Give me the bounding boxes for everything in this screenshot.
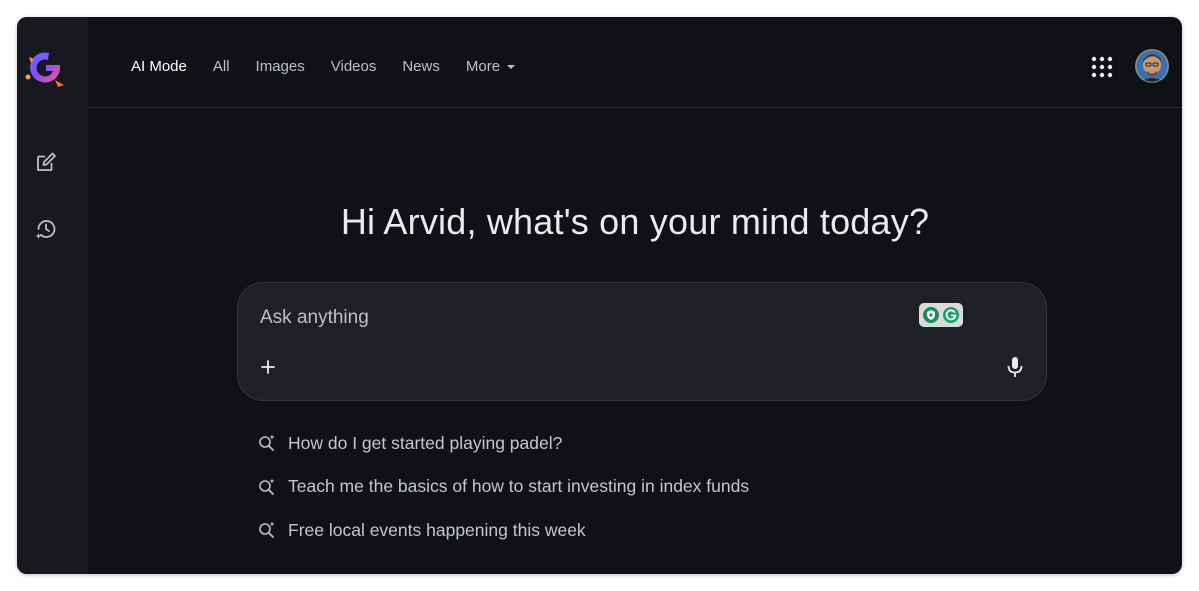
tab-videos[interactable]: Videos xyxy=(331,58,377,75)
search-mode-tabs: AI Mode All Images Videos News More xyxy=(131,57,541,75)
google-logo[interactable] xyxy=(22,47,68,89)
sparkle-search-icon xyxy=(259,521,275,538)
suggestion-item[interactable]: Free local events happening this week xyxy=(257,516,749,544)
microphone-icon xyxy=(1007,357,1023,377)
sparkle-search-icon xyxy=(259,478,275,495)
suggestion-text: Teach me the basics of how to start inve… xyxy=(288,476,750,496)
apps-grid-button[interactable] xyxy=(1090,55,1114,79)
browser-window: AI Mode All Images Videos News More Hi A… xyxy=(17,17,1182,574)
caret-down-icon xyxy=(507,64,516,69)
new-chat-icon xyxy=(37,152,56,171)
new-chat-button[interactable] xyxy=(31,147,61,177)
suggestion-item[interactable]: Teach me the basics of how to start inve… xyxy=(257,473,749,501)
greeting-heading: Hi Arvid, what's on your mind today? xyxy=(340,201,930,242)
suggestion-list: How do I get started playing padel? Teac… xyxy=(257,429,749,560)
extension-shield-icon xyxy=(923,307,939,323)
apps-grid-icon xyxy=(1091,56,1113,78)
tab-label: AI Mode xyxy=(131,57,187,75)
suggestion-text: How do I get started playing padel? xyxy=(288,432,563,453)
tab-label: News xyxy=(402,57,440,75)
top-bar: AI Mode All Images Videos News More xyxy=(88,17,1182,108)
tab-news[interactable]: News xyxy=(402,58,440,75)
tab-images[interactable]: Images xyxy=(256,58,305,75)
tab-ai-mode[interactable]: AI Mode xyxy=(131,58,187,75)
suggestion-text: Free local events happening this week xyxy=(288,519,586,540)
search-box xyxy=(237,282,1047,401)
add-attachment-button[interactable] xyxy=(256,355,280,379)
tab-label: Images xyxy=(255,57,305,75)
history-button[interactable] xyxy=(31,214,61,244)
history-icon xyxy=(35,220,56,239)
extension-badge[interactable] xyxy=(919,303,963,327)
tab-label: Videos xyxy=(330,57,377,75)
tab-label: All xyxy=(212,57,230,75)
grammarly-icon xyxy=(943,307,959,323)
tab-label: More xyxy=(465,57,501,75)
tab-more-dropdown[interactable]: More xyxy=(465,57,516,75)
search-input[interactable] xyxy=(258,303,902,333)
tab-all[interactable]: All xyxy=(213,58,230,75)
sparkle-search-icon xyxy=(259,434,275,451)
avatar-image xyxy=(1135,49,1169,83)
account-avatar[interactable] xyxy=(1135,49,1169,83)
suggestion-item[interactable]: How do I get started playing padel? xyxy=(257,429,749,457)
plus-icon xyxy=(261,360,275,374)
sidebar xyxy=(17,17,88,574)
voice-search-button[interactable] xyxy=(1002,354,1028,380)
